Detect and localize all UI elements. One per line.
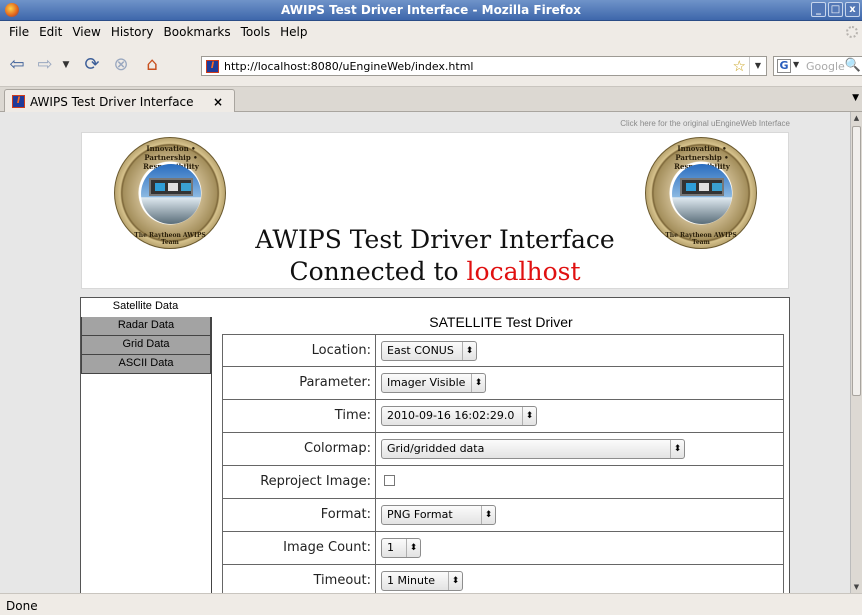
menu-bar: File Edit View History Bookmarks Tools H… [0,21,862,43]
menu-tools[interactable]: Tools [236,21,276,43]
search-bar[interactable]: G ▼ Google 🔍 [773,56,862,76]
menu-help[interactable]: Help [275,21,312,43]
select-arrows-icon: ⬍ [481,506,495,524]
seal-workstation-image [680,178,724,196]
engine-dropdown-icon[interactable]: ▼ [793,60,799,69]
tab-strip: I AWIPS Test Driver Interface × ▼ [0,87,862,113]
home-button[interactable]: ⌂ [140,54,164,76]
page-title: AWIPS Test Driver Interface [255,225,615,254]
nav-ascii-data[interactable]: ASCII Data [81,355,211,374]
original-interface-link[interactable]: Click here for the original uEngineWeb I… [620,119,790,128]
status-bar: Done [0,593,862,615]
forward-button[interactable]: ⇨ [36,54,54,76]
timeout-select[interactable]: 1 Minute ⬍ [381,571,463,591]
location-label: Location: [223,335,376,366]
seal-workstation-image [149,178,193,196]
site-favicon-icon: I [206,60,219,73]
arrow-left-icon: ⇦ [9,54,25,75]
reload-button[interactable]: ⟳ [80,54,104,76]
url-bar[interactable]: I http://localhost:8080/uEngineWeb/index… [201,56,767,76]
format-label: Format: [223,499,376,531]
url-dropdown-button[interactable]: ▼ [749,57,766,75]
arrow-right-icon: ⇨ [37,54,53,75]
reload-icon: ⟳ [84,54,100,75]
close-window-button[interactable]: x [845,2,860,17]
select-arrows-icon: ⬍ [471,374,485,392]
satellite-form: Location: East CONUS ⬍ Parameter: Imager … [222,334,784,593]
colormap-select[interactable]: Grid/gridded data ⬍ [381,439,685,459]
bookmark-star-icon[interactable]: ☆ [733,57,746,75]
panel-title: SATELLITE Test Driver [429,314,573,330]
connected-host: localhost [466,257,581,286]
window-titlebar: AWIPS Test Driver Interface - Mozilla Fi… [0,0,862,21]
history-dropdown-button[interactable]: ▼ [60,54,72,76]
nav-grid-data[interactable]: Grid Data [81,336,211,355]
data-type-nav: Satellite Data Radar Data Grid Data ASCI… [81,298,211,374]
scroll-up-icon[interactable]: ▲ [851,112,862,124]
format-select[interactable]: PNG Format ⬍ [381,505,496,525]
menu-edit[interactable]: Edit [34,21,67,43]
throbber-icon [846,26,858,38]
stop-button[interactable]: ⊗ [110,54,132,76]
form-row-parameter: Parameter: Imager Visible ⬍ [222,367,784,400]
menu-history[interactable]: History [106,21,159,43]
time-select[interactable]: 2010-09-16 16:02:29.0 ⬍ [381,406,537,426]
select-arrows-icon: ⬍ [522,407,536,425]
timeout-label: Timeout: [223,565,376,593]
tab-awips[interactable]: I AWIPS Test Driver Interface × [4,89,235,113]
connection-status: Connected to localhost [82,257,788,286]
menu-file[interactable]: File [4,21,34,43]
select-arrows-icon: ⬍ [462,342,476,360]
minimize-button[interactable]: _ [811,2,826,17]
menu-view[interactable]: View [67,21,105,43]
reproject-image-label: Reproject Image: [223,466,376,498]
page-content: Click here for the original uEngineWeb I… [0,112,850,593]
time-label: Time: [223,400,376,432]
select-arrows-icon: ⬍ [406,539,420,557]
select-arrows-icon: ⬍ [670,440,684,458]
navigation-toolbar: ⇦ ⇨ ▼ ⟳ ⊗ ⌂ I http://localhost:8080/uEng… [0,43,862,87]
form-row-time: Time: 2010-09-16 16:02:29.0 ⬍ [222,400,784,433]
scroll-down-icon[interactable]: ▼ [851,581,862,593]
search-icon[interactable]: 🔍 [845,58,861,73]
url-text[interactable]: http://localhost:8080/uEngineWeb/index.h… [224,60,474,73]
nav-divider [211,317,212,593]
tab-label: AWIPS Test Driver Interface [30,95,194,109]
form-row-timeout: Timeout: 1 Minute ⬍ [222,565,784,593]
tab-favicon-icon: I [12,95,25,108]
form-row-location: Location: East CONUS ⬍ [222,334,784,367]
scroll-thumb[interactable] [852,126,861,396]
location-select[interactable]: East CONUS ⬍ [381,341,477,361]
stop-icon: ⊗ [113,54,129,75]
tab-close-button[interactable]: × [213,95,223,109]
window-title: AWIPS Test Driver Interface - Mozilla Fi… [281,3,581,17]
back-button[interactable]: ⇦ [8,54,26,76]
form-row-reproject: Reproject Image: [222,466,784,499]
header-banner: Innovation • Partnership • Responsibilit… [81,132,789,289]
maximize-button[interactable]: □ [828,2,843,17]
tab-list-icon[interactable]: ▼ [852,93,859,103]
status-text: Done [6,599,38,613]
image-count-select[interactable]: 1 ⬍ [381,538,421,558]
vertical-scrollbar[interactable]: ▲ ▼ [850,112,862,593]
parameter-select[interactable]: Imager Visible ⬍ [381,373,486,393]
connection-prefix: Connected to [289,257,459,286]
search-input[interactable]: Google [806,60,845,73]
select-arrows-icon: ⬍ [448,572,462,590]
colormap-label: Colormap: [223,433,376,465]
image-count-label: Image Count: [223,532,376,564]
form-row-colormap: Colormap: Grid/gridded data ⬍ [222,433,784,466]
home-icon: ⌂ [146,54,158,75]
parameter-label: Parameter: [223,367,376,399]
reproject-image-checkbox[interactable] [384,475,395,486]
nav-satellite-data[interactable]: Satellite Data [81,298,211,317]
google-engine-icon[interactable]: G [777,59,791,73]
form-row-image-count: Image Count: 1 ⬍ [222,532,784,565]
chevron-down-icon: ▼ [62,60,70,70]
test-driver-panel: Satellite Data Radar Data Grid Data ASCI… [80,297,790,593]
form-row-format: Format: PNG Format ⬍ [222,499,784,532]
menu-bookmarks[interactable]: Bookmarks [159,21,236,43]
window-controls: _ □ x [811,2,860,17]
nav-radar-data[interactable]: Radar Data [81,317,211,336]
